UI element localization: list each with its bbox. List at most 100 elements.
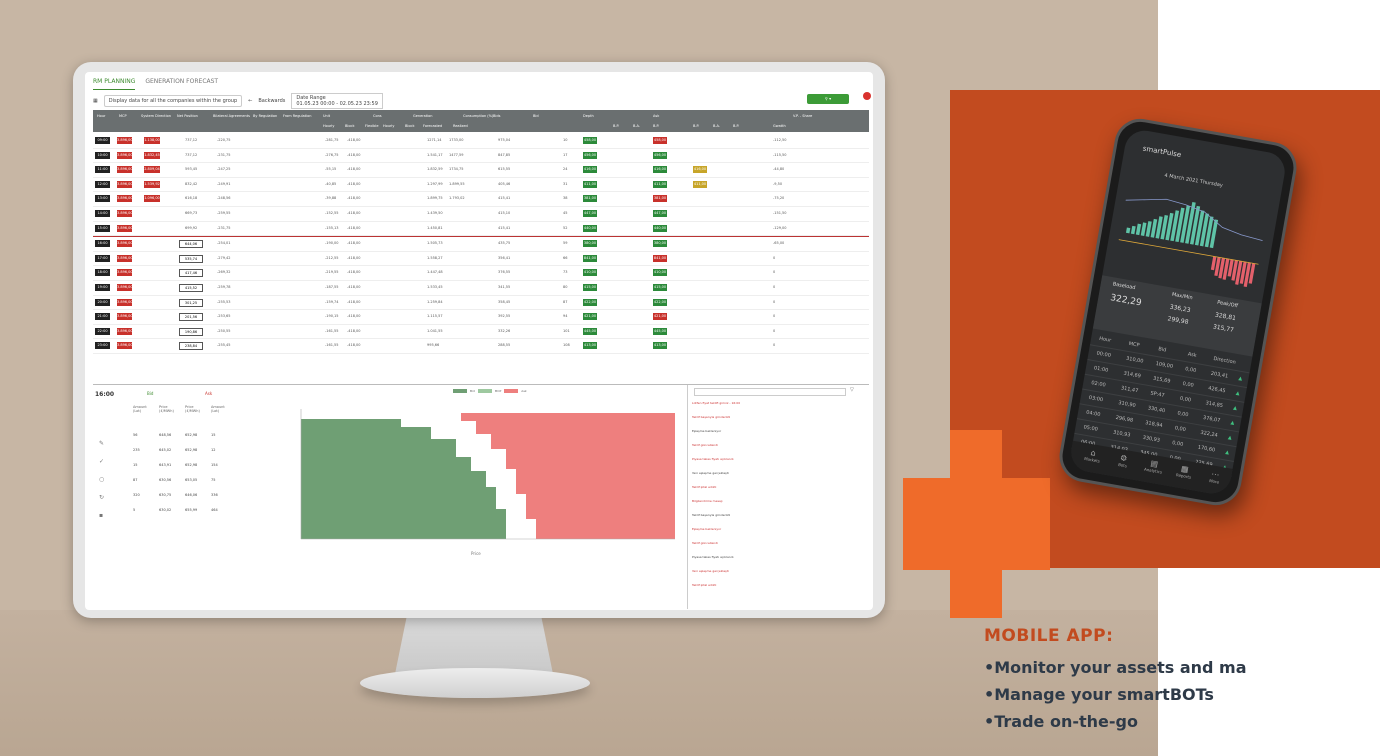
phone-nav-item[interactable]: ⚙ Bots <box>1108 451 1138 470</box>
net-position-input[interactable]: 417,46 <box>179 269 203 278</box>
table-row[interactable]: 14:00 3.896,00 669,73 -259,55 -152,55 -418,00… <box>93 207 869 222</box>
company-filter-select[interactable]: Display data for all the companies withi… <box>103 95 243 107</box>
log-entry[interactable]: Teklif başarıyla gönderildi <box>692 513 730 517</box>
orderbook-cell[interactable]: 56 <box>133 433 137 437</box>
column-header[interactable]: Bids <box>493 114 500 118</box>
log-entry[interactable]: Yeni eşleşme gerçekleşti <box>692 471 729 475</box>
net-position-input[interactable]: 201,56 <box>179 313 203 322</box>
net-position-input[interactable]: 415,52 <box>179 283 203 292</box>
table-row[interactable]: 13:00 3.896,00 1.096,00 616,18 -248,56 -39,88… <box>93 192 869 207</box>
column-header[interactable]: By Regulation <box>253 114 277 118</box>
table-row[interactable]: 12:00 3.896,00 1.539,92 832,42 -249,91 -40,85… <box>93 178 869 193</box>
column-header[interactable]: System Direction <box>141 114 171 118</box>
phone-nav-item[interactable]: ▤ Analytics <box>1139 457 1169 476</box>
orderbook-cell[interactable]: 15 <box>211 433 215 437</box>
orderbook-cell[interactable]: 15 <box>133 463 137 467</box>
log-entry[interactable]: Lütfen fiyat teklifi giriniz - 16:00 <box>692 401 740 405</box>
orderbook-cell[interactable]: 5 <box>133 508 135 512</box>
table-row[interactable]: 16:00 3.896,00 644,06 -254,01 -190,00 -418,00… <box>93 236 869 252</box>
net-position-input[interactable]: 238,84 <box>179 342 203 351</box>
bid-price-badge: 440,00 <box>583 224 597 232</box>
orderbook-cell[interactable]: 464 <box>211 508 218 512</box>
table-row[interactable]: 21:00 3.896,00 201,56 -253,65 -190,15 -418,00… <box>93 310 869 325</box>
net-position-input[interactable]: 301,25 <box>179 298 203 307</box>
back-arrow-icon[interactable]: ← <box>248 98 252 104</box>
log-entry[interactable]: Piyasa takas fiyatı açıklandı <box>692 555 733 559</box>
tab-generation-forecast[interactable]: GENERATION FORECAST <box>145 76 218 90</box>
column-header[interactable]: From Regulation <box>283 114 311 118</box>
phone-nav-item[interactable]: ▦ Reports <box>1169 462 1199 481</box>
log-entry[interactable]: Teklif güncellendi <box>692 541 718 545</box>
orderbook-cell[interactable]: 653,05 <box>185 478 197 482</box>
column-header[interactable]: Bilateral Agreements <box>213 114 250 118</box>
table-row[interactable]: 17:00 3.896,00 535,74 -279,42 -212,55 -418,00… <box>93 252 869 267</box>
column-header[interactable]: Cons <box>373 114 382 118</box>
app-date[interactable]: 4 March 2021 Thursday <box>1164 173 1223 189</box>
date-range-field[interactable]: Date Range 01.05.23 00:00 - 02.05.23 23:… <box>291 93 383 109</box>
orderbook-cell[interactable]: 12 <box>211 448 215 452</box>
orderbook-cell[interactable]: 652,98 <box>185 433 197 437</box>
phone-nav-item[interactable]: ⌂ Markets <box>1078 446 1108 465</box>
column-header[interactable]: Hour <box>97 114 105 118</box>
table-row[interactable]: 22:00 3.896,00 190,86 -250,55 -161,55 -418,00… <box>93 325 869 340</box>
orderbook-cell[interactable]: 320 <box>133 493 140 497</box>
column-header[interactable]: MCP <box>119 114 127 118</box>
orderbook-cell[interactable]: 336 <box>211 493 218 497</box>
filter-icon[interactable]: ▽ <box>850 387 854 393</box>
notification-icon[interactable] <box>863 92 871 100</box>
backwards-link[interactable]: Backwards <box>258 98 285 104</box>
table-row[interactable]: 11:00 3.896,00 2.809,04 593,45 -247,25 -55,15… <box>93 163 869 178</box>
log-entry[interactable]: Teklif güncellendi <box>692 443 718 447</box>
log-entry[interactable]: Yeni eşleşme gerçekleşti <box>692 569 729 573</box>
table-row[interactable]: 18:00 3.896,00 417,46 -269,32 -219,55 -418,00… <box>93 266 869 281</box>
table-row[interactable]: 20:00 3.896,00 301,25 -255,53 -159,74 -418,00… <box>93 296 869 311</box>
net-position-input[interactable]: 644,06 <box>179 240 203 249</box>
check-icon[interactable]: ✓ <box>99 453 104 471</box>
log-entry[interactable]: Eşleşme bekleniyor <box>692 429 721 433</box>
column-header[interactable]: Bid <box>533 114 539 118</box>
orderbook-cell[interactable]: 235 <box>133 448 140 452</box>
table-row[interactable]: 15:00 3.896,00 699,92 -231,75 -155,13 -418,00… <box>93 222 869 237</box>
phone-table-cell: 310,90 <box>1117 400 1137 410</box>
orderbook-cell[interactable]: 87 <box>133 478 137 482</box>
net-position-input[interactable]: 190,86 <box>179 327 203 336</box>
orderbook-cell[interactable]: 643,91 <box>159 463 171 467</box>
column-header[interactable]: Unit <box>323 114 330 118</box>
log-entry[interactable]: Eşleşme bekleniyor <box>692 527 721 531</box>
column-header[interactable]: Generation <box>413 114 433 118</box>
log-entry[interactable]: Piyasa takas fiyatı açıklandı <box>692 457 733 461</box>
pin-icon[interactable]: ✎ <box>99 435 104 453</box>
orderbook-cell[interactable]: 630,56 <box>159 478 171 482</box>
table-row[interactable]: 10:00 3.896,00 1.832,45 737,12 -231,75 -276,7… <box>93 149 869 164</box>
column-header[interactable]: Net Position <box>177 114 198 118</box>
column-header[interactable]: V.P. - Share <box>793 114 812 118</box>
log-entry[interactable]: Teklif iptal edildi <box>692 583 716 587</box>
column-header[interactable]: Depth <box>583 114 594 118</box>
orderbook-cell[interactable]: 630,02 <box>159 508 171 512</box>
orderbook-cell[interactable]: 645,02 <box>159 448 171 452</box>
net-position-input[interactable]: 535,74 <box>179 254 203 263</box>
table-row[interactable]: 23:00 3.896,00 238,84 -255,45 -161,55 -418,00… <box>93 339 869 354</box>
orderbook-cell[interactable]: 154 <box>211 463 218 467</box>
circle-icon[interactable]: ○ <box>99 471 104 489</box>
column-header[interactable]: Ask <box>653 114 659 118</box>
table-row[interactable]: 19:00 3.896,00 415,52 -259,78 -187,55 -418,00… <box>93 281 869 296</box>
log-entry[interactable]: Teklif başarıyla gönderildi <box>692 415 730 419</box>
actions-button[interactable]: ⚲ ▾ <box>807 94 849 104</box>
table-row[interactable]: 09:00 3.896,00 1.138,00 737,12 -220,75 -281,7… <box>93 134 869 149</box>
log-entry[interactable]: Teklif iptal edildi <box>692 485 716 489</box>
trash-icon[interactable]: ▪ <box>99 507 104 525</box>
orderbook-cell[interactable]: 652,98 <box>185 463 197 467</box>
orderbook-cell[interactable]: 75 <box>211 478 215 482</box>
orderbook-cell[interactable]: 646,06 <box>185 493 197 497</box>
refresh-icon[interactable]: ↻ <box>99 489 104 507</box>
orderbook-cell[interactable]: 648,56 <box>159 433 171 437</box>
orderbook-cell[interactable]: 652,98 <box>185 448 197 452</box>
tab-rm-planning[interactable]: RM PLANNING <box>93 76 136 90</box>
phone-nav-item[interactable]: ⋯ More <box>1200 468 1230 487</box>
log-filter-input[interactable] <box>694 388 846 396</box>
log-entry[interactable]: Bilgilendirme mesajı <box>692 499 723 503</box>
column-header[interactable]: Consumption (%) <box>463 114 493 118</box>
orderbook-cell[interactable]: 630,75 <box>159 493 171 497</box>
orderbook-cell[interactable]: 655,99 <box>185 508 197 512</box>
